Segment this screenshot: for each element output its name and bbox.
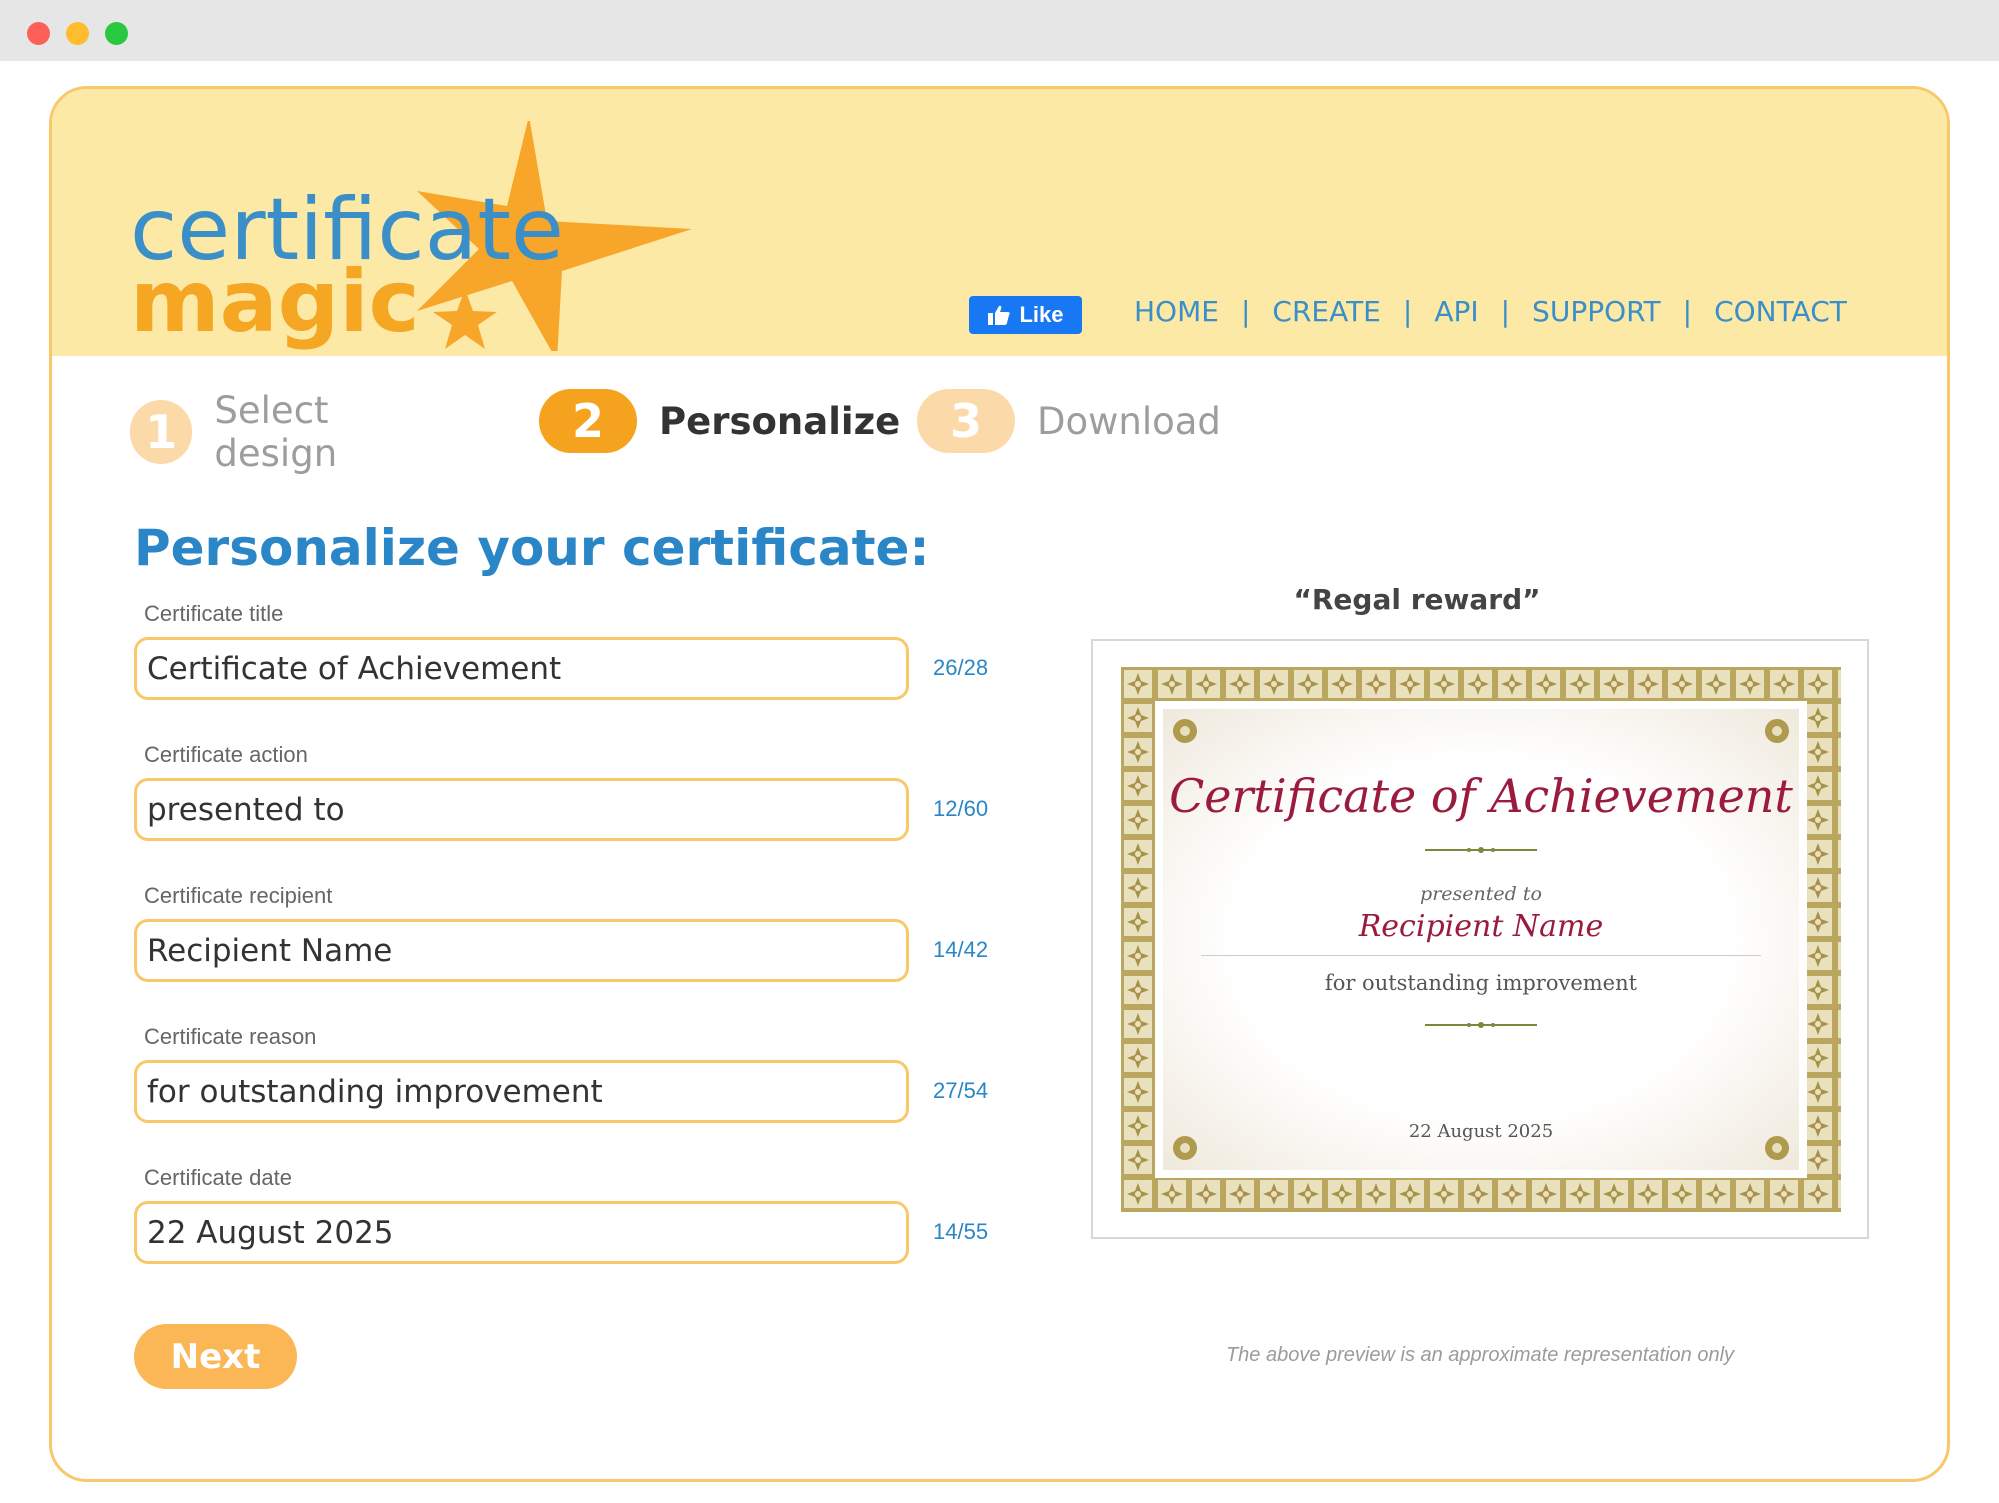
- next-button[interactable]: Next: [134, 1324, 297, 1389]
- like-label: Like: [1019, 302, 1064, 327]
- maximize-window-button[interactable]: [105, 22, 128, 45]
- thumbs-up-icon: [988, 305, 1011, 325]
- certificate: Certificate of Achievement presented to …: [1121, 667, 1841, 1212]
- page-title: Personalize your certificate:: [134, 519, 930, 577]
- step-select-design[interactable]: 1 Select design: [130, 389, 373, 475]
- recipient-char-count: 14/42: [933, 937, 989, 962]
- design-name: “Regal reward”: [1293, 583, 1541, 616]
- minimize-window-button[interactable]: [66, 22, 89, 45]
- nav-separator: |: [1682, 295, 1693, 328]
- site-header: certificate magic Like HOME | CREATE | A…: [52, 89, 1947, 356]
- certificate-reason: for outstanding improvement: [1324, 971, 1638, 995]
- nav-create[interactable]: CREATE: [1272, 295, 1380, 328]
- date-input[interactable]: [134, 1201, 909, 1264]
- nav-separator: |: [1402, 295, 1413, 328]
- facebook-like-button[interactable]: Like: [969, 296, 1082, 334]
- nav-separator: |: [1500, 295, 1511, 328]
- recipient-underline: [1201, 955, 1761, 956]
- main-nav: HOME | CREATE | API | SUPPORT | CONTACT: [1134, 295, 1847, 328]
- date-label: Certificate date: [144, 1165, 292, 1190]
- recipient-input[interactable]: [134, 919, 909, 982]
- certificate-date: 22 August 2025: [1408, 1121, 1554, 1142]
- step-label: Personalize: [659, 399, 901, 443]
- certificate-recipient: Recipient Name: [1358, 909, 1604, 944]
- title-input[interactable]: [134, 637, 909, 700]
- action-char-count: 12/60: [933, 796, 989, 821]
- logo-text-magic: magic: [130, 252, 420, 352]
- recipient-label: Certificate recipient: [144, 883, 333, 908]
- browser-titlebar: [0, 0, 1999, 61]
- reason-label: Certificate reason: [144, 1024, 317, 1049]
- certificate-body: Certificate of Achievement presented to …: [1163, 709, 1799, 1170]
- nav-support[interactable]: SUPPORT: [1532, 295, 1661, 328]
- title-char-count: 26/28: [933, 655, 989, 680]
- step-number: 1: [130, 400, 193, 464]
- nav-home[interactable]: HOME: [1134, 295, 1219, 328]
- action-input[interactable]: [134, 778, 909, 841]
- action-label: Certificate action: [144, 742, 308, 767]
- step-label: Select design: [214, 389, 338, 475]
- reason-char-count: 27/54: [933, 1078, 989, 1103]
- preview-disclaimer: The above preview is an approximate repr…: [1225, 1344, 1735, 1366]
- page-frame: certificate magic Like HOME | CREATE | A…: [49, 86, 1950, 1482]
- step-personalize: 2 Personalize: [539, 389, 900, 453]
- date-char-count: 14/55: [933, 1219, 989, 1244]
- nav-separator: |: [1240, 295, 1251, 328]
- reason-input[interactable]: [134, 1060, 909, 1123]
- step-label: Download: [1037, 399, 1221, 443]
- step-download[interactable]: 3 Download: [917, 389, 1221, 453]
- certificate-action: presented to: [1420, 883, 1542, 905]
- step-number: 2: [539, 389, 637, 453]
- nav-contact[interactable]: CONTACT: [1714, 295, 1847, 328]
- nav-api[interactable]: API: [1434, 295, 1478, 328]
- close-window-button[interactable]: [27, 22, 50, 45]
- certificate-title: Certificate of Achievement: [1169, 769, 1793, 823]
- certificate-preview: Certificate of Achievement presented to …: [1091, 639, 1869, 1239]
- step-number: 3: [917, 389, 1015, 453]
- title-label: Certificate title: [144, 601, 284, 626]
